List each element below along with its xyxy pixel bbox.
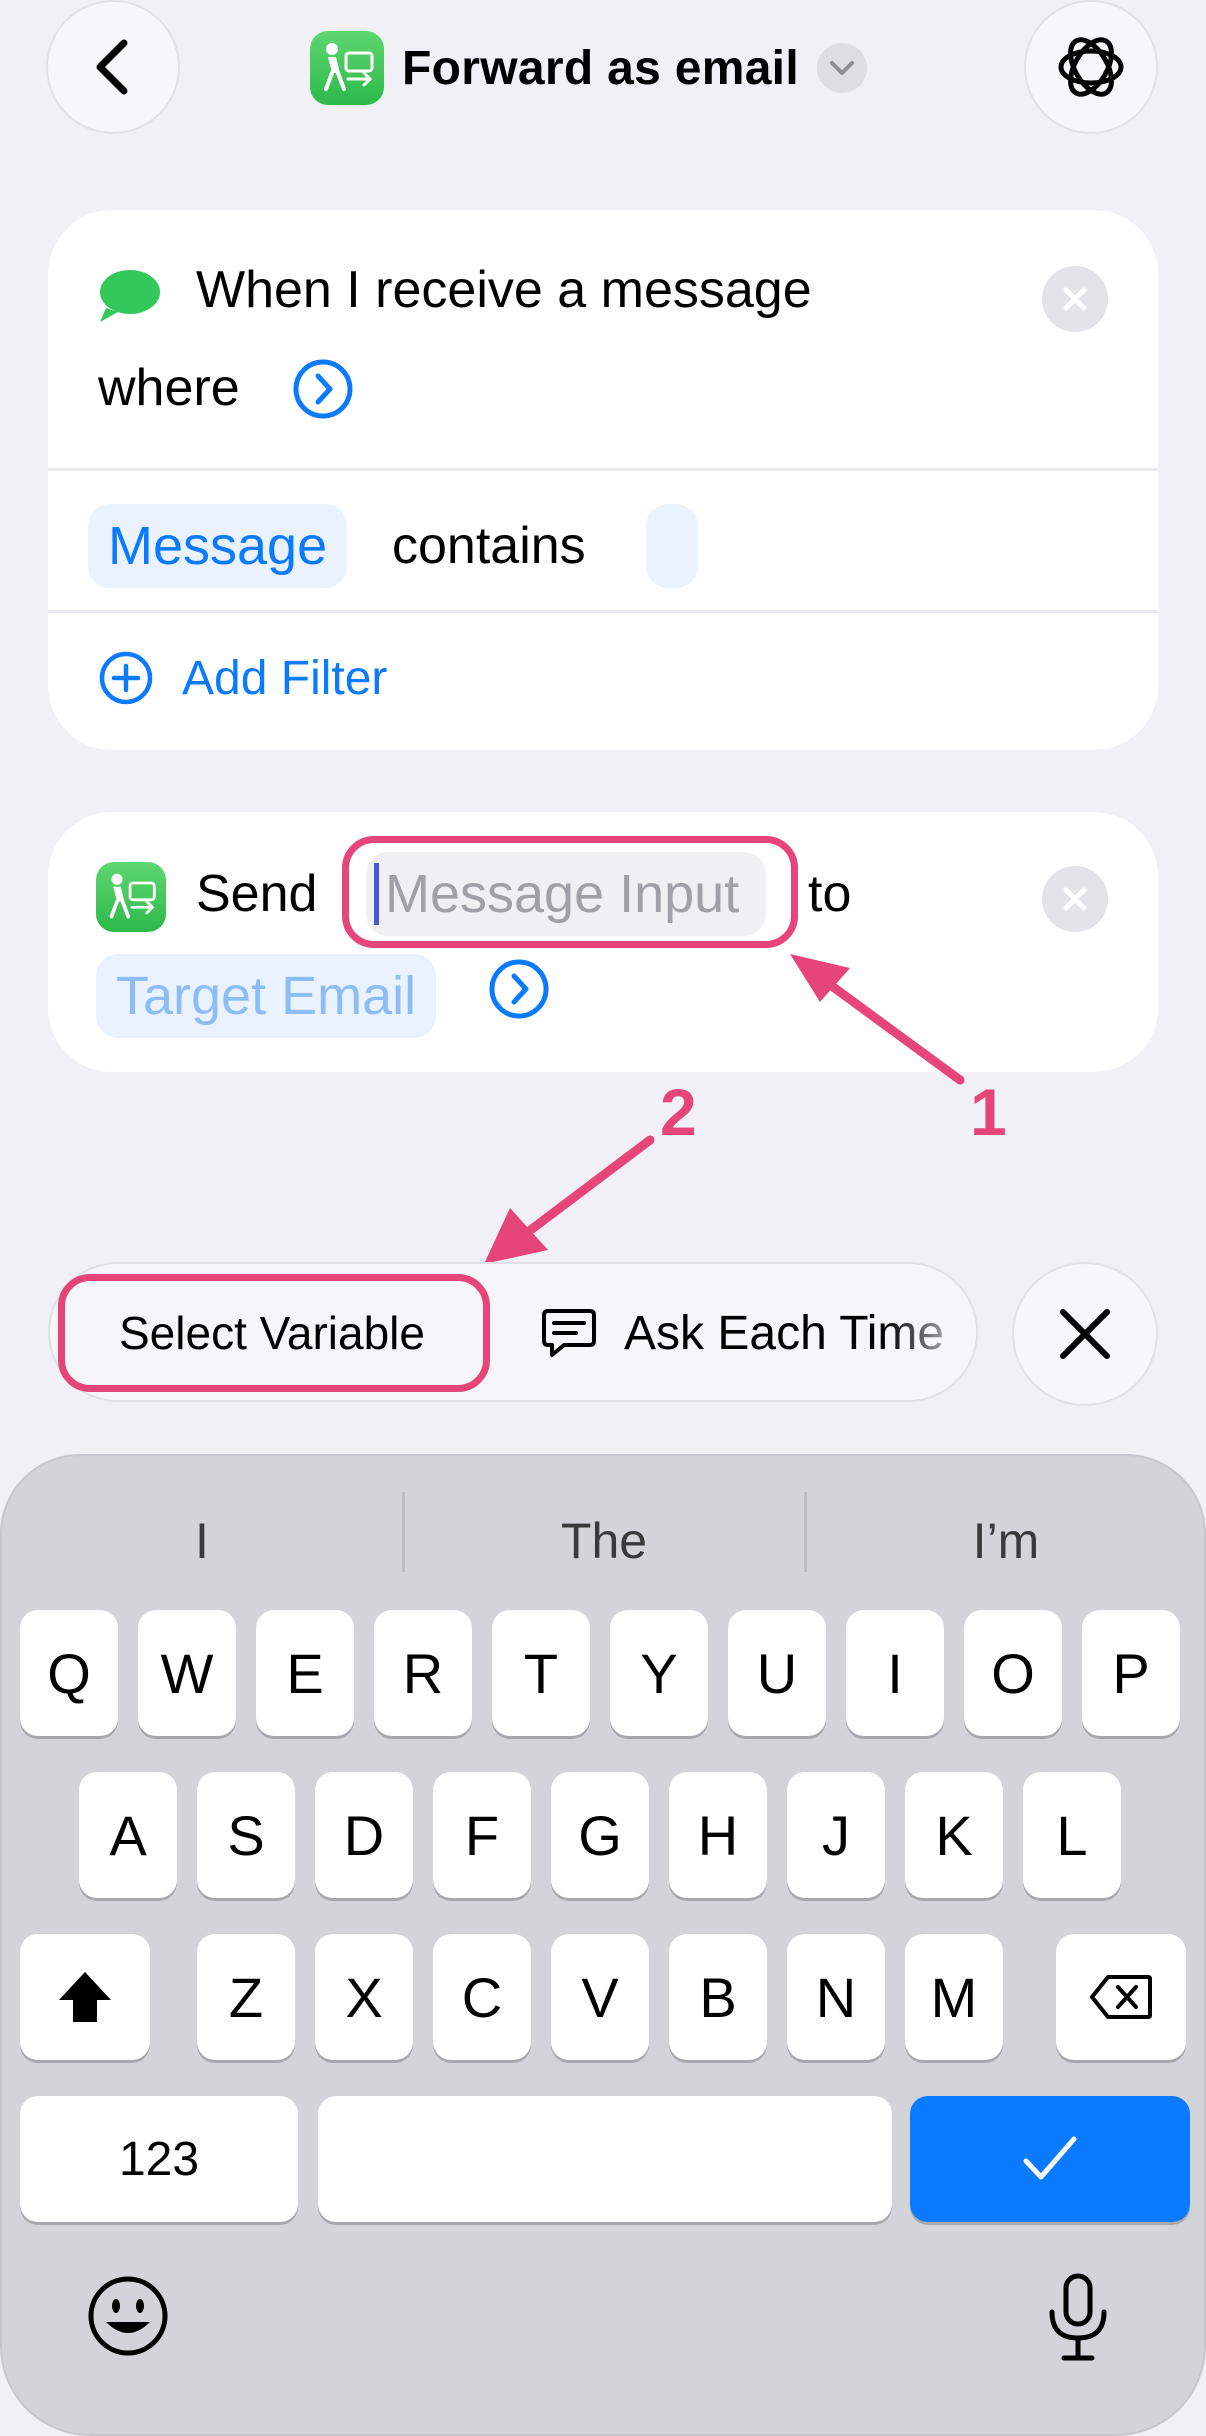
- key-s[interactable]: S: [197, 1772, 295, 1898]
- title-text: Forward as email: [402, 41, 799, 95]
- expand-trigger-button[interactable]: [292, 358, 354, 425]
- key-w[interactable]: W: [138, 1610, 236, 1736]
- plus-circle-icon: [99, 651, 153, 705]
- key-v[interactable]: V: [551, 1934, 649, 2060]
- trigger-card: When I receive a message where Message c…: [48, 210, 1158, 750]
- message-token[interactable]: Message: [88, 504, 348, 588]
- fade-overlay: [886, 1264, 976, 1400]
- speech-bubble-icon: [542, 1309, 596, 1357]
- sms-forward-app-icon: [96, 862, 166, 932]
- emoji-button[interactable]: [86, 2274, 170, 2363]
- numbers-key[interactable]: 123: [20, 2096, 298, 2222]
- key-o[interactable]: O: [964, 1610, 1062, 1736]
- ask-each-time-button[interactable]: Ask Each Time: [540, 1276, 944, 1390]
- key-m[interactable]: M: [905, 1934, 1003, 2060]
- close-icon: [1063, 287, 1087, 311]
- key-x[interactable]: X: [315, 1934, 413, 2060]
- key-z[interactable]: Z: [197, 1934, 295, 2060]
- expand-action-button[interactable]: [488, 958, 550, 1025]
- backspace-icon: [1090, 1975, 1152, 2019]
- filter-operator[interactable]: contains: [392, 516, 586, 576]
- trigger-title: When I receive a message: [196, 261, 812, 319]
- key-l[interactable]: L: [1023, 1772, 1121, 1898]
- key-b[interactable]: B: [669, 1934, 767, 2060]
- trigger-where-label: where: [98, 359, 240, 417]
- keyboard: I The I’m Q W E R T Y U I O P A S D F G …: [0, 1454, 1206, 2436]
- add-filter-label: Add Filter: [182, 651, 388, 705]
- chevron-right-circle-icon: [489, 959, 549, 1019]
- key-f[interactable]: F: [433, 1772, 531, 1898]
- close-icon: [1060, 1309, 1110, 1359]
- filter-value-field[interactable]: [646, 504, 698, 588]
- key-d[interactable]: D: [315, 1772, 413, 1898]
- divider: [48, 610, 1158, 613]
- key-k[interactable]: K: [905, 1772, 1003, 1898]
- chevron-left-icon: [96, 39, 128, 95]
- chevron-down-icon[interactable]: [816, 43, 867, 93]
- dictation-button[interactable]: [1042, 2272, 1114, 2369]
- key-p[interactable]: P: [1082, 1610, 1180, 1736]
- annotation-arrow-1: [790, 954, 965, 1085]
- key-c[interactable]: C: [433, 1934, 531, 2060]
- sms-forward-app-icon: [310, 31, 384, 105]
- add-filter-button[interactable]: Add Filter: [98, 650, 387, 706]
- remove-trigger-button[interactable]: [1042, 266, 1108, 332]
- shift-key[interactable]: [20, 1934, 150, 2060]
- key-n[interactable]: N: [787, 1934, 885, 2060]
- remove-action-button[interactable]: [1042, 866, 1108, 932]
- key-i[interactable]: I: [846, 1610, 944, 1736]
- key-y[interactable]: Y: [610, 1610, 708, 1736]
- divider: [48, 468, 1158, 471]
- key-a[interactable]: A: [79, 1772, 177, 1898]
- shift-icon: [59, 1972, 111, 2022]
- key-e[interactable]: E: [256, 1610, 354, 1736]
- back-button[interactable]: [46, 0, 180, 134]
- prediction-1[interactable]: I: [2, 1512, 402, 1570]
- key-g[interactable]: G: [551, 1772, 649, 1898]
- close-icon: [1063, 887, 1087, 911]
- target-email-token[interactable]: Target Email: [96, 954, 437, 1038]
- key-u[interactable]: U: [728, 1610, 826, 1736]
- delete-key[interactable]: [1056, 1934, 1186, 2060]
- message-bubble-icon: [100, 270, 160, 322]
- annotation-number-1: 1: [970, 1075, 1007, 1149]
- space-key[interactable]: [318, 2096, 892, 2222]
- key-q[interactable]: Q: [20, 1610, 118, 1736]
- checkmark-icon: [1023, 2136, 1077, 2180]
- highlight-box-message-input: [342, 836, 798, 948]
- done-key[interactable]: [910, 2096, 1190, 2222]
- shortcut-title[interactable]: Forward as email: [310, 28, 867, 108]
- microphone-icon: [1049, 2273, 1107, 2361]
- settings-button[interactable]: [1024, 0, 1158, 134]
- key-j[interactable]: J: [787, 1772, 885, 1898]
- emoji-icon: [88, 2276, 168, 2356]
- key-t[interactable]: T: [492, 1610, 590, 1736]
- dismiss-suggestions-button[interactable]: [1012, 1262, 1158, 1406]
- to-label: to: [808, 865, 852, 923]
- flower-settings-icon: [1058, 37, 1124, 97]
- prediction-2[interactable]: The: [404, 1512, 804, 1570]
- prediction-3[interactable]: I’m: [806, 1512, 1206, 1570]
- key-h[interactable]: H: [669, 1772, 767, 1898]
- chevron-right-circle-icon: [293, 359, 353, 419]
- annotation-arrow-2: [484, 1135, 655, 1264]
- highlight-box-select-variable: [58, 1274, 490, 1392]
- key-r[interactable]: R: [374, 1610, 472, 1736]
- send-label: Send: [196, 865, 318, 923]
